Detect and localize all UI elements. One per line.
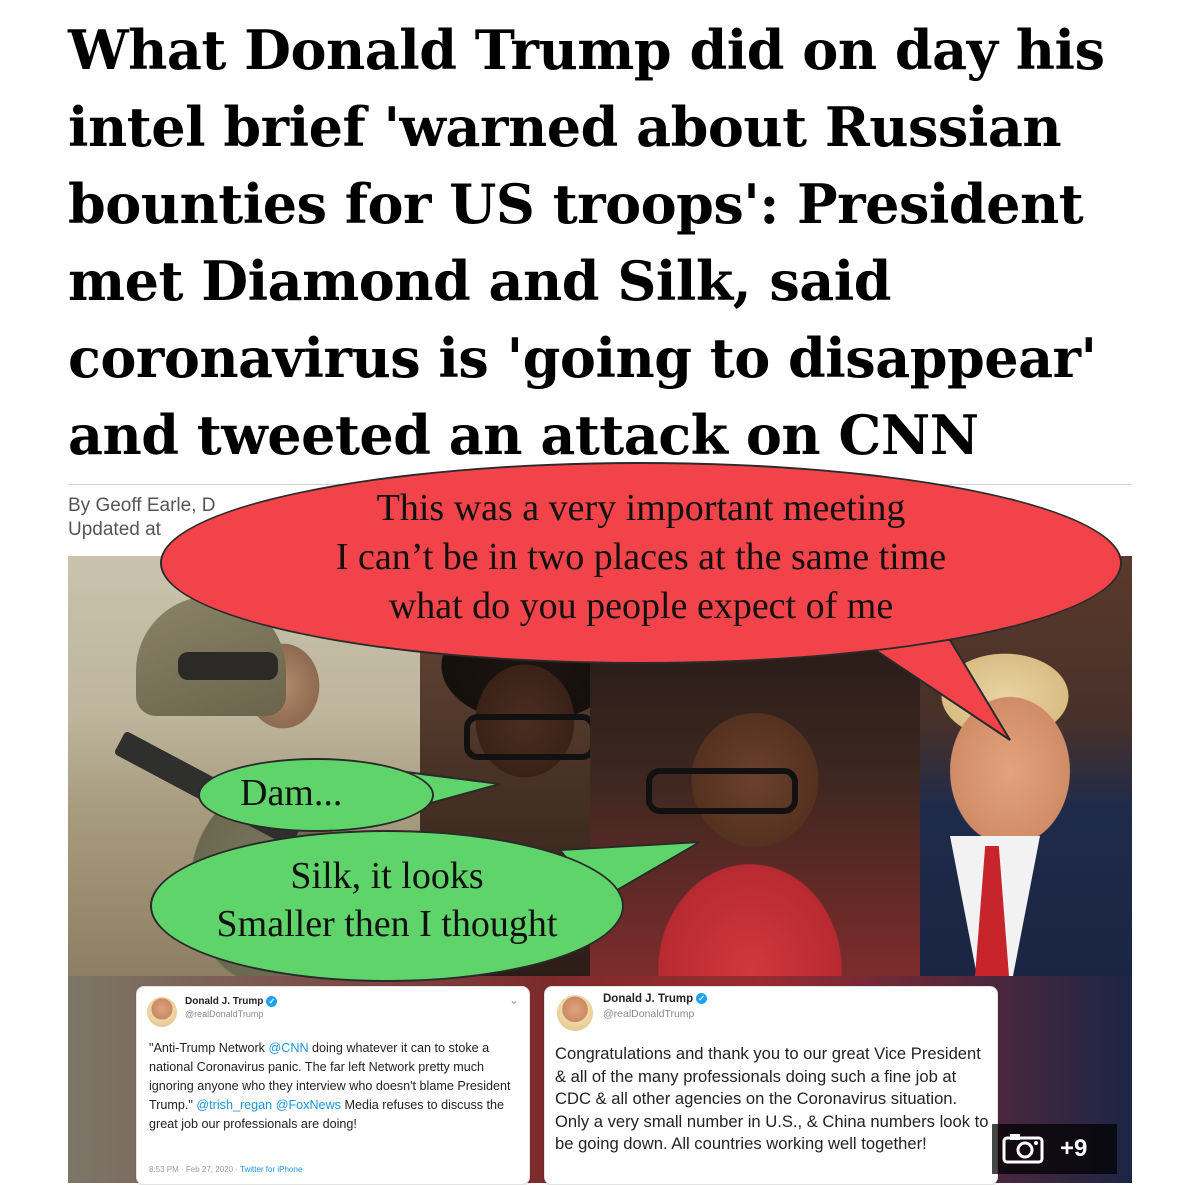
text-segment: "Anti-Trump Network bbox=[149, 1041, 269, 1055]
mention-link[interactable]: @FoxNews bbox=[276, 1098, 341, 1112]
tweet-handle: @realDonaldTrump bbox=[185, 1009, 264, 1019]
article-headline: What Donald Trump did on day his intel b… bbox=[68, 18, 1105, 467]
author-name: Donald J. Trump bbox=[603, 993, 694, 1005]
bubble-line: Smaller then I thought bbox=[216, 903, 558, 945]
silk-photo bbox=[590, 640, 920, 980]
tweet-meta: 8:53 PM · Feb 27, 2020 · Twitter for iPh… bbox=[149, 1165, 302, 1174]
glasses bbox=[646, 768, 798, 814]
tweet-text: Congratulations and thank you to our gre… bbox=[555, 1044, 989, 1153]
tweet-author: Donald J. Trump ✓ bbox=[603, 993, 708, 1005]
verified-icon: ✓ bbox=[696, 993, 708, 1005]
goggles bbox=[178, 652, 278, 680]
gallery-count: +9 bbox=[1060, 1135, 1088, 1162]
bubble-line: what do you people expect of me bbox=[388, 585, 894, 627]
bubble-line: Dam... bbox=[240, 772, 343, 814]
red-speech-bubble: This was a very important meeting I can’… bbox=[160, 462, 1122, 664]
tweet-author: Donald J. Trump ✓ bbox=[185, 996, 278, 1008]
avatar bbox=[557, 995, 593, 1031]
gallery-count-button[interactable]: +9 bbox=[992, 1124, 1117, 1174]
tweet-card[interactable]: Donald J. Trump ✓ @realDonaldTrump Congra… bbox=[544, 986, 998, 1185]
green-speech-bubble-small: Dam... bbox=[198, 758, 434, 832]
tweet-handle: @realDonaldTrump bbox=[603, 1008, 695, 1020]
bubble-line: I can’t be in two places at the same tim… bbox=[335, 536, 947, 578]
camera-icon bbox=[1002, 1134, 1044, 1164]
tweet-text: "Anti-Trump Network @CNN doing whatever … bbox=[149, 1039, 521, 1134]
author-name: Donald J. Trump bbox=[185, 996, 264, 1008]
verified-icon: ✓ bbox=[266, 996, 278, 1007]
bubble-line: This was a very important meeting bbox=[376, 487, 906, 529]
glasses bbox=[464, 714, 596, 760]
mention-link[interactable]: @CNN bbox=[268, 1041, 308, 1055]
tweet-card[interactable]: Donald J. Trump ✓ @realDonaldTrump ⌄ "Ant… bbox=[136, 986, 530, 1185]
green-speech-bubble-large: Silk, it looks Smaller then I thought bbox=[150, 830, 624, 982]
mention-link[interactable]: @trish_regan bbox=[196, 1098, 272, 1112]
tweet-source[interactable]: Twitter for iPhone bbox=[240, 1165, 302, 1174]
bubble-line: Silk, it looks bbox=[290, 855, 484, 897]
tweet-timestamp: 8:53 PM · Feb 27, 2020 · bbox=[149, 1165, 241, 1174]
avatar bbox=[147, 997, 177, 1027]
chevron-down-icon[interactable]: ⌄ bbox=[509, 993, 519, 1007]
